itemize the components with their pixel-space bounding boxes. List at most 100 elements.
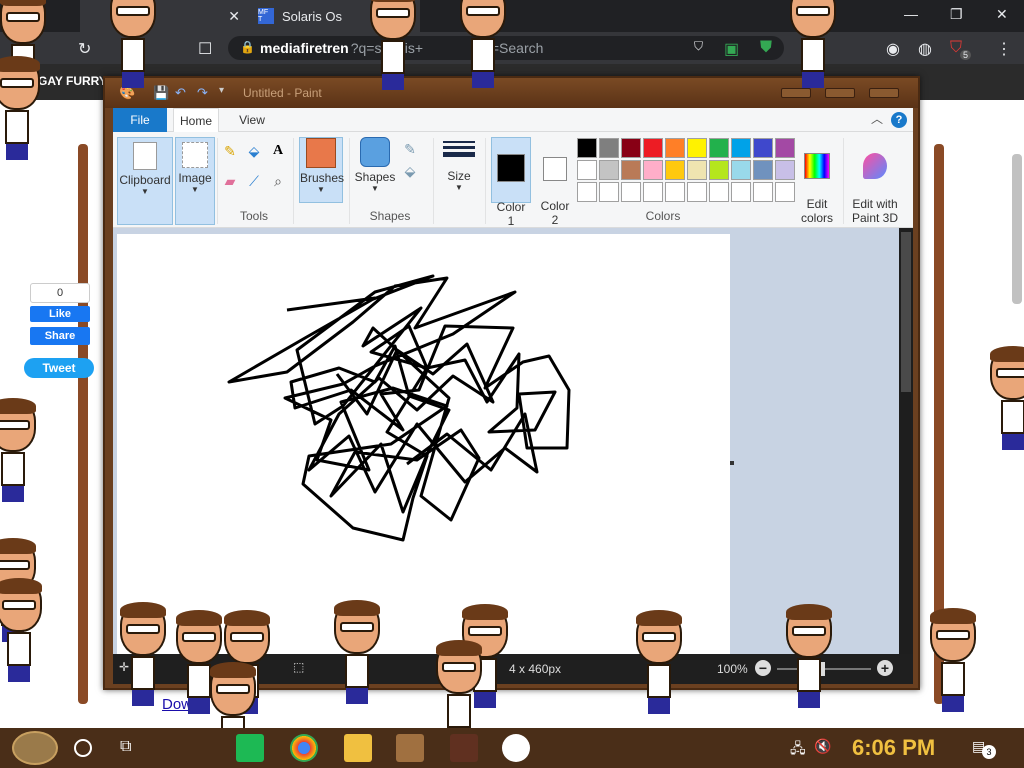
extension-green-icon[interactable]: ▣ [724, 39, 739, 59]
paint-minimize-button[interactable] [781, 88, 811, 98]
color2-button[interactable]: Color 2 [535, 137, 575, 227]
palette-swatch[interactable] [643, 160, 663, 180]
extension-badge: 5 [960, 50, 972, 60]
site-nav-label[interactable]: GAY FURRY [38, 74, 107, 88]
paint-taskbar-icon[interactable] [502, 734, 530, 762]
palette-swatch[interactable] [577, 160, 597, 180]
clipboard-button[interactable]: Clipboard ▼ [117, 137, 173, 225]
color-picker-icon[interactable]: ⟋ [245, 172, 263, 190]
palette-swatch[interactable] [775, 160, 795, 180]
search-circle-icon[interactable] [74, 739, 92, 757]
palette-swatch[interactable] [621, 138, 641, 158]
edit-colors-button[interactable]: Edit colors [795, 137, 839, 225]
tweet-button[interactable]: Tweet [24, 358, 94, 378]
magnifier-icon[interactable]: ⌕ [269, 172, 287, 190]
palette-swatch[interactable] [687, 160, 707, 180]
zoom-out-button[interactable]: − [755, 660, 771, 676]
palette-swatch[interactable] [621, 182, 641, 202]
palette-swatch[interactable] [621, 160, 641, 180]
scribble-drawing [227, 274, 571, 542]
eraser-icon[interactable]: ▰ [221, 172, 239, 190]
clipboard-icon [133, 142, 157, 170]
zoom-in-button[interactable]: + [877, 660, 893, 676]
paint-close-button[interactable] [869, 88, 899, 98]
palette-swatch[interactable] [643, 138, 663, 158]
paint3d-button[interactable]: Edit with Paint 3D [847, 137, 903, 225]
palette-swatch[interactable] [709, 182, 729, 202]
palette-swatch[interactable] [775, 182, 795, 202]
fill-icon[interactable]: ⬙ [245, 142, 263, 160]
image-button[interactable]: Image ▼ [175, 137, 215, 225]
palette-swatch[interactable] [599, 182, 619, 202]
tab-home[interactable]: Home [173, 108, 219, 132]
shield-blocked-icon[interactable]: ⛉ [694, 39, 703, 54]
customize-qat-icon[interactable]: ▾ [219, 85, 224, 96]
palette-swatch[interactable] [577, 182, 597, 202]
palette-swatch[interactable] [731, 138, 751, 158]
network-icon[interactable]: 🖧 [790, 738, 806, 762]
help-icon[interactable]: ? [891, 112, 907, 128]
outline-icon[interactable]: ✎ [401, 140, 419, 158]
bookmark-icon[interactable]: ☐ [198, 39, 212, 59]
extension-flag-icon[interactable]: ◍ [918, 39, 932, 59]
size-button[interactable]: Size ▼ [439, 137, 479, 203]
fill-shape-icon[interactable]: ⬙ [401, 162, 419, 180]
text-icon[interactable]: A [269, 142, 287, 160]
palette-swatch[interactable] [731, 160, 751, 180]
palette-swatch[interactable] [599, 138, 619, 158]
palette-swatch[interactable] [687, 138, 707, 158]
close-window-icon[interactable]: ✕ [996, 6, 1008, 23]
redo-icon[interactable]: ↷ [197, 85, 208, 101]
shapes-button[interactable]: Shapes ▼ [353, 137, 397, 203]
tab-file[interactable]: File [113, 108, 167, 132]
facebook-like-button[interactable]: Like [30, 306, 90, 322]
cartoon-character-sticker [790, 0, 836, 88]
minimize-icon[interactable]: — [904, 6, 918, 22]
restore-icon[interactable]: ❐ [950, 6, 963, 23]
cartoon-character-sticker [0, 56, 40, 160]
palette-swatch[interactable] [709, 160, 729, 180]
collapse-ribbon-icon[interactable]: ︿ [871, 110, 883, 127]
canvas-vertical-scrollbar[interactable] [899, 228, 913, 654]
file-explorer-icon[interactable] [344, 734, 372, 762]
menu-icon[interactable]: ⋮ [996, 39, 1012, 59]
palette-swatch[interactable] [709, 138, 729, 158]
start-button[interactable] [12, 731, 58, 765]
clock[interactable]: 6:06 PM [852, 735, 935, 761]
palette-swatch[interactable] [643, 182, 663, 202]
app-icon[interactable] [450, 734, 478, 762]
reload-icon[interactable]: ↻ [78, 39, 91, 59]
tab-view[interactable]: View [229, 108, 275, 132]
game-app-icon[interactable] [396, 734, 424, 762]
palette-swatch[interactable] [687, 182, 707, 202]
spotify-icon[interactable] [236, 734, 264, 762]
chrome-icon[interactable] [290, 734, 318, 762]
palette-swatch[interactable] [775, 138, 795, 158]
palette-swatch[interactable] [577, 138, 597, 158]
color1-button[interactable]: Color 1 [491, 137, 531, 228]
facebook-share-button[interactable]: Share [30, 327, 90, 345]
canvas-resize-handle[interactable] [730, 461, 734, 465]
volume-muted-icon[interactable]: 🔇 [814, 738, 831, 755]
palette-swatch[interactable] [753, 182, 773, 202]
drawing-canvas[interactable] [117, 234, 730, 654]
palette-swatch[interactable] [753, 160, 773, 180]
scrollbar-thumb[interactable] [901, 232, 911, 392]
palette-swatch[interactable] [753, 138, 773, 158]
close-tab-icon[interactable]: ✕ [228, 8, 240, 25]
palette-swatch[interactable] [731, 182, 751, 202]
brushes-button[interactable]: Brushes ▼ [299, 137, 344, 203]
page-scrollbar-thumb[interactable] [1012, 154, 1022, 304]
browser-tab[interactable]: ✕ [80, 0, 250, 32]
task-view-icon[interactable]: ⧉ [120, 738, 131, 756]
color2-label: Color 2 [540, 199, 570, 227]
pencil-icon[interactable]: ✎ [221, 142, 239, 160]
undo-icon[interactable]: ↶ [175, 85, 186, 101]
extension-shield-icon[interactable]: ⛊ [760, 39, 772, 57]
palette-swatch[interactable] [665, 138, 685, 158]
paint-maximize-button[interactable] [825, 88, 855, 98]
palette-swatch[interactable] [599, 160, 619, 180]
palette-swatch[interactable] [665, 182, 685, 202]
palette-swatch[interactable] [665, 160, 685, 180]
profile-avatar[interactable]: ◉ [886, 39, 900, 59]
